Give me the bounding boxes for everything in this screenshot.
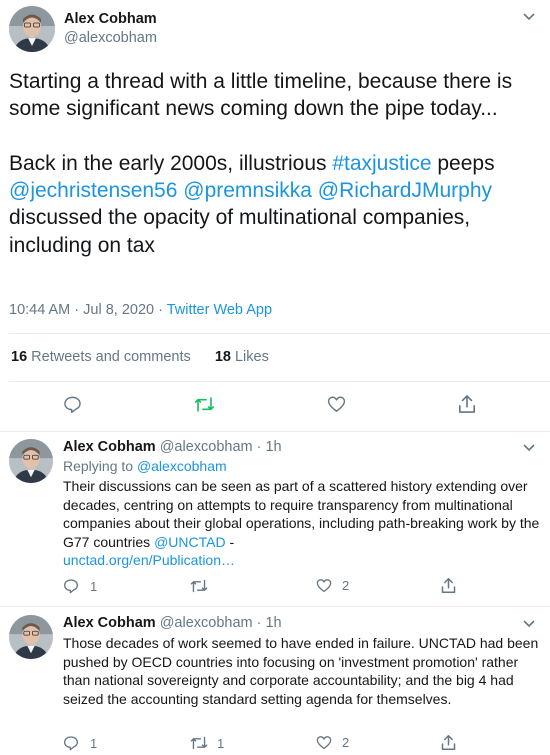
replying-to: Replying to @alexcobham — [63, 458, 227, 474]
hashtag-link[interactable]: #taxjustice — [332, 152, 431, 175]
reply-count: 1 — [90, 735, 98, 751]
reply-text: Those decades of work seemed to have end… — [63, 635, 543, 707]
reply-header: Alex Cobham @alexcobham · 1h — [63, 615, 282, 631]
tweet-text-fragment: discussed the opacity of multinational c… — [9, 206, 476, 257]
heart-icon — [316, 578, 332, 593]
share-button[interactable] — [441, 577, 456, 594]
tweet-text: Starting a thread with a little timeline… — [9, 68, 539, 259]
reply-button[interactable]: 1 — [63, 735, 97, 751]
heart-icon — [327, 395, 346, 413]
reply-text-fragment: - — [225, 533, 235, 550]
comment-icon — [63, 578, 79, 594]
retweet-button[interactable]: 1 — [190, 735, 224, 751]
author-name[interactable]: Alex Cobham — [63, 439, 156, 455]
author-name[interactable]: Alex Cobham — [64, 11, 157, 27]
reply-count: 1 — [90, 578, 98, 594]
mention-link[interactable]: @UNCTAD — [154, 534, 226, 550]
like-button[interactable] — [327, 395, 346, 413]
retweet-icon — [190, 735, 208, 751]
like-count: 2 — [342, 735, 350, 750]
reply-tweet[interactable]: Alex Cobham @alexcobham · 1h Replying to… — [0, 432, 550, 607]
reply-header: Alex Cobham @alexcobham · 1h — [63, 439, 282, 455]
comment-icon — [63, 735, 79, 751]
share-button[interactable] — [441, 734, 456, 751]
author-handle[interactable]: @alexcobham · 1h — [160, 439, 282, 455]
tweet-timestamp[interactable]: 10:44 AM · Jul 8, 2020 · — [9, 302, 167, 318]
tweet-meta: 10:44 AM · Jul 8, 2020 · Twitter Web App — [9, 302, 272, 318]
divider — [9, 333, 550, 334]
reply-button[interactable]: 1 — [63, 578, 97, 594]
mention-link[interactable]: @jechristensen56 — [9, 179, 177, 202]
main-tweet[interactable]: Alex Cobham @alexcobham Starting a threa… — [0, 0, 550, 432]
tweet-source-link[interactable]: Twitter Web App — [167, 302, 272, 318]
tweet-stats: 16 Retweets and comments 18 Likes — [11, 349, 269, 365]
author-name[interactable]: Alex Cobham — [63, 615, 156, 631]
likes-stat[interactable]: 18 Likes — [215, 349, 269, 365]
retweets-stat[interactable]: 16 Retweets and comments — [11, 349, 191, 365]
retweet-button[interactable] — [194, 395, 215, 414]
share-icon — [441, 734, 456, 751]
chevron-down-icon[interactable] — [523, 619, 535, 631]
heart-icon — [316, 735, 332, 750]
reply-text-fragment: Their discussions can be seen as part of… — [63, 478, 544, 550]
avatar[interactable] — [9, 615, 53, 659]
avatar[interactable] — [9, 6, 55, 52]
tweet-paragraph: Starting a thread with a little timeline… — [9, 70, 518, 121]
tweet-text-fragment: peeps — [431, 151, 501, 175]
chevron-down-icon[interactable] — [523, 443, 535, 455]
retweet-button[interactable] — [190, 578, 217, 594]
share-icon — [458, 394, 476, 414]
reply-tweet[interactable]: Alex Cobham @alexcobham · 1h Those decad… — [0, 607, 550, 755]
retweet-icon — [190, 578, 208, 594]
replying-to-prefix: Replying to — [63, 458, 137, 474]
like-button[interactable]: 2 — [316, 735, 349, 750]
mention-link[interactable]: @alexcobham — [137, 458, 227, 474]
like-count: 2 — [342, 578, 350, 593]
author-handle[interactable]: @alexcobham · 1h — [160, 615, 282, 631]
divider — [9, 381, 550, 382]
retweet-count: 1 — [217, 735, 225, 751]
comment-icon — [63, 395, 82, 414]
like-button[interactable]: 2 — [316, 578, 349, 593]
mention-link[interactable]: @RichardJMurphy — [318, 179, 492, 202]
reply-button[interactable] — [63, 395, 82, 414]
share-button[interactable] — [458, 394, 476, 414]
retweet-icon — [194, 395, 215, 414]
author-handle[interactable]: @alexcobham — [64, 30, 157, 46]
url-link[interactable]: unctad.org/en/Publication… — [63, 552, 235, 568]
chevron-down-icon[interactable] — [523, 12, 535, 24]
tweet-paragraph: Back in the early 2000s, illustrious — [9, 151, 333, 175]
share-icon — [441, 577, 456, 594]
mention-link[interactable]: @premnsikka — [183, 179, 312, 202]
avatar[interactable] — [9, 439, 53, 483]
reply-text: Their discussions can be seen as part of… — [63, 477, 541, 570]
